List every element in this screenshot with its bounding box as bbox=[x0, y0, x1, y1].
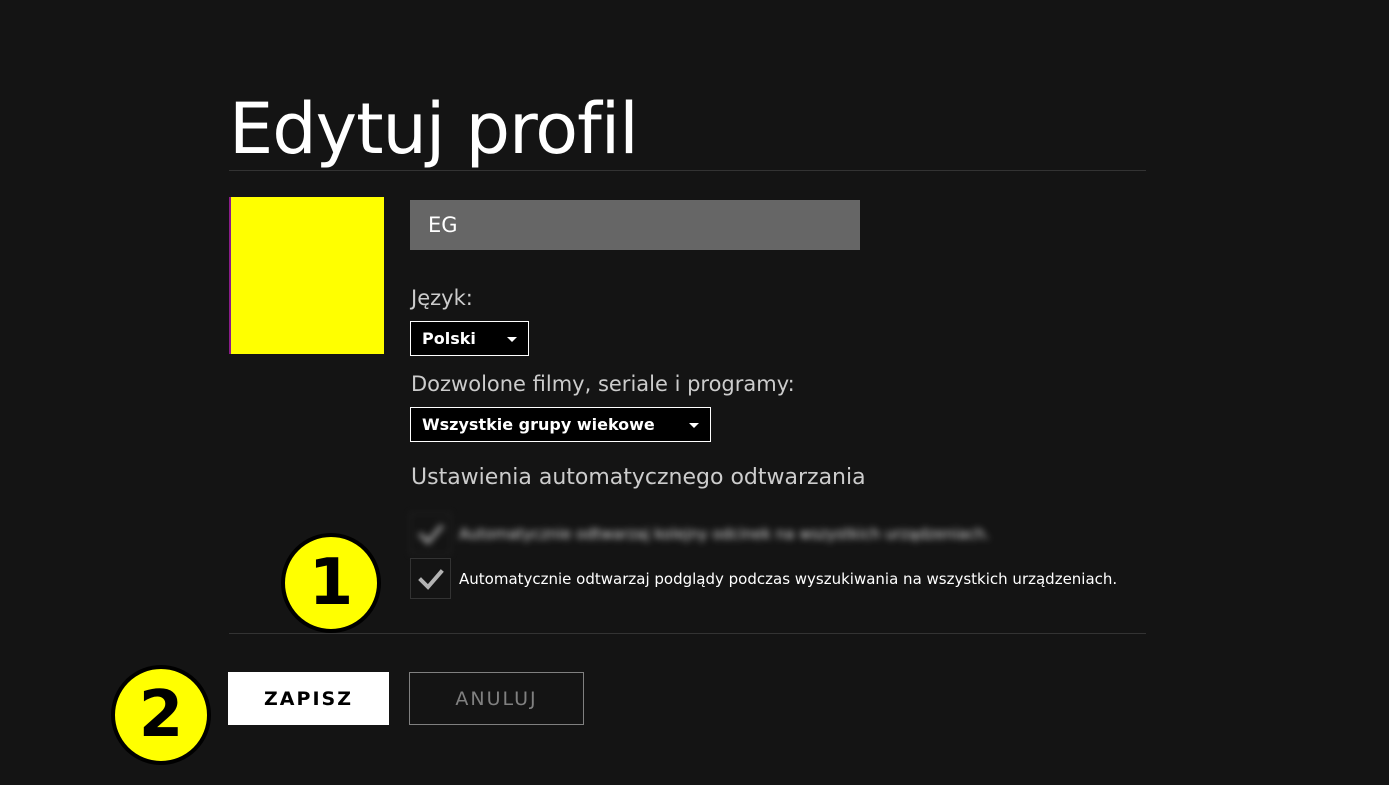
autoplay-next-episode-label: Automatycznie odtwarzaj kolejny odcinek … bbox=[459, 524, 990, 543]
profile-avatar[interactable] bbox=[229, 197, 384, 354]
profile-name-input[interactable] bbox=[410, 200, 860, 250]
cancel-button[interactable]: ANULUJ bbox=[409, 672, 584, 725]
top-divider bbox=[229, 170, 1146, 171]
autoplay-previews-option[interactable]: Automatycznie odtwarzaj podglądy podczas… bbox=[410, 558, 1117, 599]
annotation-marker-2: 2 bbox=[111, 665, 211, 765]
check-icon bbox=[417, 523, 444, 545]
bottom-divider bbox=[229, 633, 1146, 634]
language-label: Język: bbox=[411, 286, 473, 310]
autoplay-next-episode-option[interactable]: Automatycznie odtwarzaj kolejny odcinek … bbox=[410, 513, 990, 554]
autoplay-previews-checkbox[interactable] bbox=[410, 558, 451, 599]
save-button[interactable]: ZAPISZ bbox=[228, 672, 389, 725]
maturity-dropdown[interactable]: Wszystkie grupy wiekowe bbox=[410, 407, 711, 442]
maturity-label: Dozwolone filmy, seriale i programy: bbox=[411, 372, 795, 396]
caret-down-icon bbox=[507, 337, 517, 342]
check-icon bbox=[417, 568, 444, 590]
autoplay-previews-label: Automatycznie odtwarzaj podglądy podczas… bbox=[459, 569, 1118, 588]
language-dropdown[interactable]: Polski bbox=[410, 321, 529, 356]
annotation-marker-1: 1 bbox=[281, 533, 381, 633]
maturity-selected-value: Wszystkie grupy wiekowe bbox=[422, 415, 655, 434]
edit-profile-page: Edytuj profil Język: Polski Dozwolone fi… bbox=[0, 0, 1389, 785]
autoplay-next-episode-checkbox[interactable] bbox=[410, 513, 451, 554]
page-title: Edytuj profil bbox=[229, 88, 639, 170]
autoplay-heading: Ustawienia automatycznego odtwarzania bbox=[411, 465, 866, 490]
language-selected-value: Polski bbox=[422, 329, 476, 348]
caret-down-icon bbox=[689, 423, 699, 428]
